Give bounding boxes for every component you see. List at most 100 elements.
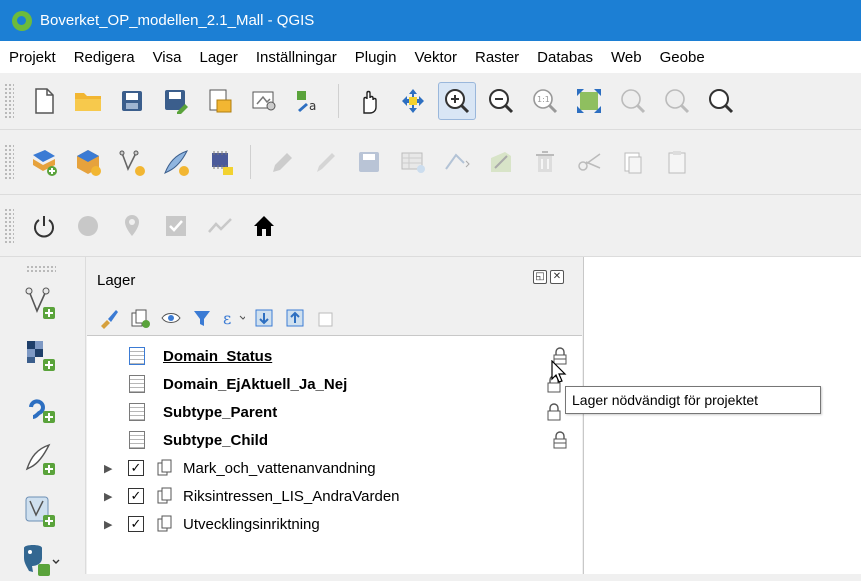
- window-title: Boverket_OP_modellen_2.1_Mall - QGIS: [40, 12, 315, 29]
- toolbar-grip[interactable]: [4, 83, 14, 119]
- svg-text:ε: ε: [223, 309, 231, 328]
- attribute-table-icon[interactable]: [394, 143, 432, 181]
- style-manager-icon[interactable]: a: [289, 82, 327, 120]
- layer-row-domain-ejaktuell[interactable]: Domain_EjAktuell_Ja_Nej: [87, 370, 582, 398]
- new-project-icon[interactable]: [25, 82, 63, 120]
- expand-all-icon[interactable]: [252, 306, 276, 330]
- add-delimited-text-icon[interactable]: [18, 437, 62, 481]
- mouse-cursor-icon: [551, 360, 567, 383]
- menu-plugin[interactable]: Plugin: [346, 49, 406, 66]
- layer-label: Subtype_Parent: [163, 403, 278, 421]
- add-layer-icon[interactable]: [25, 143, 63, 181]
- layer-row-riksintressen[interactable]: ▶ ✓ Riksintressen_LIS_AndraVarden: [87, 482, 582, 510]
- pan-to-selection-icon[interactable]: [394, 82, 432, 120]
- layer-row-domain-status[interactable]: Domain_Status: [87, 342, 582, 370]
- layer-label: Utvecklingsinriktning: [183, 515, 320, 533]
- layout-manager-icon[interactable]: [245, 82, 283, 120]
- paste-icon[interactable]: [658, 143, 696, 181]
- add-group-icon[interactable]: [128, 306, 152, 330]
- menu-installningar[interactable]: Inställningar: [247, 49, 346, 66]
- expand-arrow-icon[interactable]: ▶: [104, 518, 112, 531]
- edit-node-icon[interactable]: [482, 143, 520, 181]
- zoom-last-icon[interactable]: [658, 82, 696, 120]
- save-as-icon[interactable]: [157, 82, 195, 120]
- close-panel-icon[interactable]: ✕: [550, 270, 564, 284]
- remove-layer-icon[interactable]: [314, 306, 338, 330]
- layer-row-mark-och-vattenanvandning[interactable]: ▶ ✓ Mark_och_vattenanvandning: [87, 454, 582, 482]
- menu-databas[interactable]: Databas: [528, 49, 602, 66]
- table-icon: [129, 347, 145, 365]
- lock-icon: [547, 403, 561, 421]
- vertex-tool-icon[interactable]: [438, 143, 476, 181]
- title-bar: Boverket_OP_modellen_2.1_Mall - QGIS: [0, 0, 861, 41]
- layer-label: Mark_och_vattenanvandning: [183, 459, 376, 477]
- layer-row-utvecklingsinriktning[interactable]: ▶ ✓ Utvecklingsinriktning: [87, 510, 582, 538]
- save-icon[interactable]: [113, 82, 151, 120]
- add-wms-layer-icon[interactable]: [18, 385, 62, 429]
- add-vector-layer-icon[interactable]: [18, 281, 62, 325]
- menu-vektor[interactable]: Vektor: [405, 49, 466, 66]
- zoom-in-icon[interactable]: [438, 82, 476, 120]
- layer-row-subtype-child[interactable]: Subtype_Child: [87, 426, 582, 454]
- menu-raster[interactable]: Raster: [466, 49, 528, 66]
- toolbar-separator: [250, 145, 251, 179]
- zoom-to-layer-icon[interactable]: [614, 82, 652, 120]
- power-icon[interactable]: [25, 207, 63, 245]
- save-edits-icon[interactable]: [350, 143, 388, 181]
- menu-geobe[interactable]: Geobe: [651, 49, 714, 66]
- toolbar-grip[interactable]: [4, 144, 14, 180]
- style-brush-icon[interactable]: [97, 306, 121, 330]
- delete-icon[interactable]: [526, 143, 564, 181]
- open-project-icon[interactable]: [69, 82, 107, 120]
- digitize-icon[interactable]: [157, 143, 195, 181]
- zoom-out-icon[interactable]: [482, 82, 520, 120]
- zoom-full-icon[interactable]: [570, 82, 608, 120]
- checkbox-icon[interactable]: [157, 207, 195, 245]
- toggle-editing-icon[interactable]: [201, 143, 239, 181]
- menu-visa[interactable]: Visa: [144, 49, 191, 66]
- layer-label: Riksintressen_LIS_AndraVarden: [183, 487, 400, 505]
- menu-projekt[interactable]: Projekt: [0, 49, 65, 66]
- float-panel-icon[interactable]: ◱: [533, 270, 547, 284]
- layer-row-subtype-parent[interactable]: Subtype_Parent: [87, 398, 582, 426]
- panel-title: Lager: [97, 272, 136, 289]
- zoom-native-icon[interactable]: 1:1: [526, 82, 564, 120]
- collapse-all-icon[interactable]: [283, 306, 307, 330]
- layer-label: Domain_EjAktuell_Ja_Nej: [163, 375, 348, 393]
- add-virtual-layer-icon[interactable]: [18, 489, 62, 533]
- new-geopackage-icon[interactable]: [69, 143, 107, 181]
- map-canvas[interactable]: [583, 257, 861, 574]
- add-postgis-layer-icon[interactable]: [18, 537, 62, 581]
- expand-arrow-icon[interactable]: ▶: [104, 490, 112, 503]
- pan-icon[interactable]: [350, 82, 388, 120]
- trend-line-icon[interactable]: [201, 207, 239, 245]
- home-icon[interactable]: [245, 207, 283, 245]
- print-layout-icon[interactable]: [201, 82, 239, 120]
- location-pin-icon[interactable]: [113, 207, 151, 245]
- expression-filter-icon[interactable]: ε: [221, 306, 245, 330]
- pencil-icon[interactable]: [306, 143, 344, 181]
- layer-visibility-checkbox[interactable]: ✓: [128, 516, 144, 532]
- toolbar-grip[interactable]: [4, 207, 14, 244]
- layer-label: Domain_Status: [163, 347, 273, 365]
- new-vector-icon[interactable]: [113, 143, 151, 181]
- zoom-next-icon[interactable]: [702, 82, 740, 120]
- circle-icon[interactable]: [69, 207, 107, 245]
- table-icon: [129, 403, 145, 421]
- menu-lager[interactable]: Lager: [190, 49, 246, 66]
- eye-icon[interactable]: [159, 306, 183, 330]
- cut-icon[interactable]: [570, 143, 608, 181]
- layer-visibility-checkbox[interactable]: ✓: [128, 488, 144, 504]
- layer-tree: Domain_Status Domain_EjAktuell_Ja_Nej Su…: [87, 335, 582, 574]
- edit-pen-icon[interactable]: [262, 143, 300, 181]
- add-raster-layer-icon[interactable]: [18, 333, 62, 377]
- copy-icon[interactable]: [614, 143, 652, 181]
- menu-web[interactable]: Web: [602, 49, 651, 66]
- menu-redigera[interactable]: Redigera: [65, 49, 144, 66]
- toolbar-grip[interactable]: [26, 265, 56, 273]
- table-icon: [129, 375, 145, 393]
- plugin-toolbar: [0, 195, 861, 257]
- layer-visibility-checkbox[interactable]: ✓: [128, 460, 144, 476]
- expand-arrow-icon[interactable]: ▶: [104, 462, 112, 475]
- filter-icon[interactable]: [190, 306, 214, 330]
